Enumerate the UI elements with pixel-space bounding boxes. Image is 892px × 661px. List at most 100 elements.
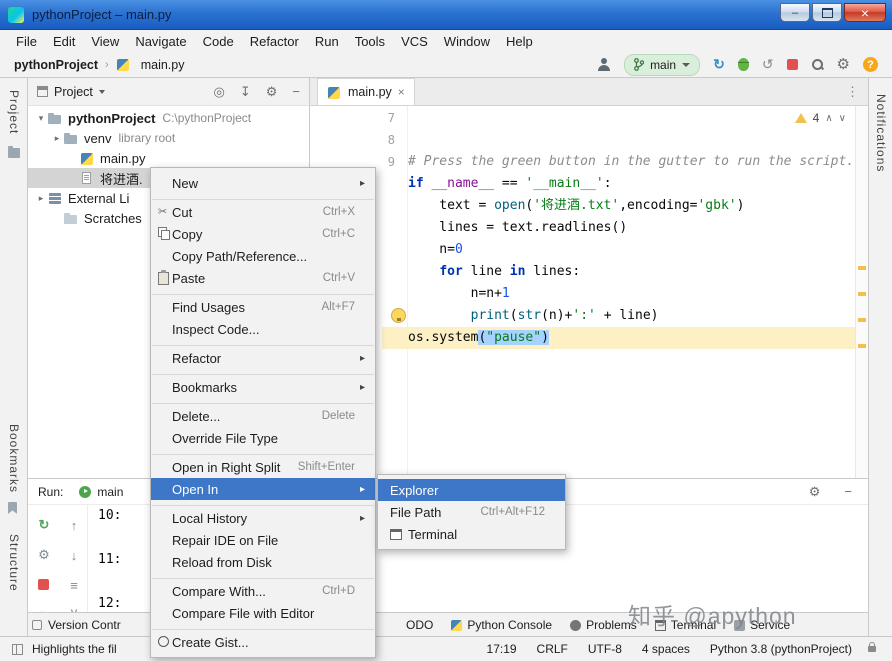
rollback-icon[interactable]: ↺ [762,56,774,73]
project-folder-icon[interactable] [8,148,20,158]
warning-tick[interactable] [858,318,866,322]
breadcrumb-project[interactable]: pythonProject [14,58,98,72]
tree-chevron-icon[interactable]: ▾ [34,113,48,124]
menu-item[interactable]: Override File Type [151,427,375,449]
expand-icon[interactable]: ↧ [240,84,251,100]
menu-item[interactable]: Copy Path/Reference... [151,245,375,267]
menu-item[interactable]: Bookmarks ▸ [151,376,375,398]
submenu-item[interactable]: Explorer [378,479,565,501]
menu-bar-item[interactable]: VCS [393,30,436,52]
intention-bulb-icon[interactable] [391,308,406,323]
soft-wrap-icon[interactable]: ≡ [66,577,82,593]
menu-item[interactable]: Find Usages Alt+F7 [151,296,375,318]
search-icon[interactable] [811,58,824,71]
error-stripe[interactable] [855,106,868,478]
menu-item[interactable]: Open In ▸ [151,478,375,500]
menu-item[interactable]: Local History ▸ [151,507,375,529]
menu-bar-item[interactable]: Refactor [242,30,307,52]
status-widget[interactable]: 17:19 [487,642,517,656]
tool-button-version-control[interactable]: Version Contr [32,613,121,637]
run-tab[interactable]: main [73,479,129,504]
menu-item[interactable]: Open in Right Split Shift+Enter [151,456,375,478]
chevron-up-icon[interactable]: ∧ [825,113,832,124]
editor-tab[interactable]: main.py × [317,78,415,105]
warning-tick[interactable] [858,266,866,270]
menu-item[interactable] [151,398,375,405]
menu-item[interactable]: Repair IDE on File [151,529,375,551]
tool-button-bookmarks[interactable]: Bookmarks [7,424,21,493]
tab-options-icon[interactable]: ⋮ [846,84,859,100]
chevron-down-icon[interactable]: ∨ [839,113,846,124]
menu-bar-item[interactable]: Window [436,30,498,52]
settings-gear-icon[interactable]: ⚙ [837,57,850,72]
menu-item[interactable] [151,573,375,580]
tool-window-button[interactable]: Python Console [451,618,552,632]
menu-bar-item[interactable]: Help [498,30,541,52]
warning-tick[interactable] [858,344,866,348]
tab-close-icon[interactable]: × [398,85,405,99]
tree-chevron-icon[interactable]: ▸ [34,193,48,204]
debug-icon[interactable] [738,58,749,71]
menu-item[interactable]: Cut Ctrl+X [151,201,375,223]
project-panel-title[interactable]: Project [54,85,93,99]
menu-bar-item[interactable]: View [83,30,127,52]
run-settings-icon[interactable]: ⚙ [809,484,821,500]
locate-file-icon[interactable]: ◎ [214,84,225,100]
lock-icon[interactable] [868,646,876,652]
close-button[interactable]: × [844,3,886,22]
breadcrumb-file[interactable]: main.py [141,58,185,72]
menu-item[interactable]: Copy Ctrl+C [151,223,375,245]
menu-bar-item[interactable]: Code [195,30,242,52]
tool-button-structure[interactable]: Structure [7,534,21,592]
menu-item[interactable]: Reload from Disk [151,551,375,573]
status-widget[interactable]: Python 3.8 (pythonProject) [710,642,852,656]
menu-item[interactable]: Refactor ▸ [151,347,375,369]
menu-item[interactable] [151,340,375,347]
tool-window-button[interactable]: ODO [406,618,433,632]
rerun-icon[interactable]: ↻ [36,517,52,533]
menu-bar-item[interactable]: Run [307,30,347,52]
tree-row[interactable]: main.py [28,148,309,168]
run-config-settings-icon[interactable]: ⚙ [36,547,52,563]
menu-item[interactable]: Compare File with Editor [151,602,375,624]
stop-icon[interactable] [787,59,798,70]
tree-row[interactable]: ▸ venv library root [28,128,309,148]
tool-window-button[interactable]: Problems [570,618,637,632]
menu-item[interactable]: Compare With... Ctrl+D [151,580,375,602]
menu-item[interactable] [151,500,375,507]
tree-row[interactable]: ▾ pythonProject C:\pythonProject [28,108,309,128]
menu-bar-item[interactable]: Tools [347,30,393,52]
status-widget[interactable]: CRLF [537,642,568,656]
tool-button-notifications[interactable]: Notifications [874,94,888,172]
tool-button-project[interactable]: Project [7,90,21,134]
inspections-widget[interactable]: 4 ∧ ∨ [795,111,846,125]
menu-bar-item[interactable]: Navigate [127,30,194,52]
status-widget[interactable]: UTF-8 [588,642,622,656]
menu-item[interactable] [151,289,375,296]
stop-icon[interactable] [38,579,49,590]
submenu-item[interactable]: File Path Ctrl+Alt+F12 [378,501,565,523]
status-widget[interactable]: 4 spaces [642,642,690,656]
update-project-icon[interactable]: ↻ [713,56,725,73]
git-branch-widget[interactable]: main [624,54,700,76]
menu-item[interactable]: Inspect Code... [151,318,375,340]
menu-item[interactable]: New ▸ [151,172,375,194]
up-arrow-icon[interactable]: ↑ [66,517,82,533]
chevron-down-icon[interactable] [99,90,105,94]
menu-bar-item[interactable]: File [8,30,45,52]
menu-item[interactable] [151,369,375,376]
hide-panel-icon[interactable]: − [292,84,300,99]
menu-item[interactable] [151,624,375,631]
menu-item[interactable]: Delete... Delete [151,405,375,427]
panel-settings-icon[interactable]: ⚙ [266,84,278,100]
menu-item[interactable] [151,194,375,201]
user-icon[interactable] [597,58,611,71]
warning-tick[interactable] [858,292,866,296]
maximize-button[interactable] [812,3,842,22]
editor[interactable]: 789 # Press the green button in the gutt… [310,106,868,478]
down-arrow-icon[interactable]: ↓ [66,547,82,563]
tree-chevron-icon[interactable]: ▸ [50,133,64,144]
menu-bar-item[interactable]: Edit [45,30,83,52]
bookmark-icon[interactable] [8,502,17,514]
menu-item[interactable] [151,449,375,456]
